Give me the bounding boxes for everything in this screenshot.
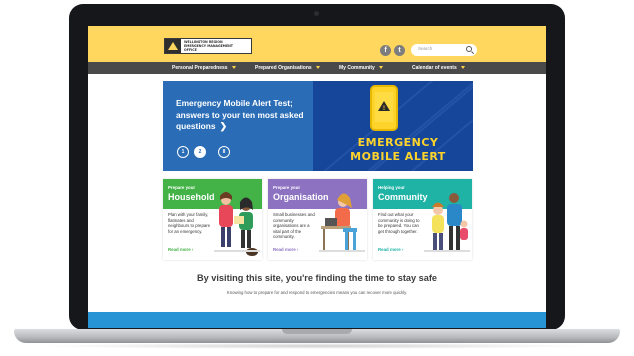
card-organisation[interactable]: Prepare your Organisation Small business… [268,179,367,260]
site-header: WELLINGTON REGION EMERGENCY MANAGEMENT O… [88,26,546,62]
chevron-down-icon [315,66,320,70]
nav-item-prepared-organisations[interactable]: Prepared Organisations [255,62,320,74]
hero-illustration: ! EMERGENCY MOBILE ALERT [313,81,473,171]
carousel-page-1[interactable]: 1 [177,146,189,158]
footer-band [88,312,546,328]
search-input[interactable]: Search [411,44,477,56]
card-kicker: Helping your [378,185,405,190]
community-illustration [424,193,470,252]
household-illustration [214,192,260,256]
browser-screen: WELLINGTON REGION EMERGENCY MANAGEMENT O… [88,26,546,328]
chevron-down-icon [231,66,236,70]
nav-item-label: Prepared Organisations [255,65,312,71]
read-more-link[interactable]: Read more › [273,247,298,252]
card-description: Plan with your family, flatmates and nei… [168,212,211,234]
page-tagline: By visiting this site, you're finding th… [196,273,438,283]
card-description: Small businesses and community organisat… [273,212,315,240]
card-title: Community [378,192,428,202]
hero-carousel[interactable]: Emergency Mobile Alert Test; answers to … [163,81,473,171]
nav-item-my-community[interactable]: My Community [339,62,383,74]
chevron-right-icon: ❯ [219,121,228,131]
chevron-down-icon [378,66,383,70]
carousel-page-2[interactable]: 2 [194,146,206,158]
facebook-icon[interactable]: f [380,45,391,56]
hero-art-line-1: EMERGENCY [357,136,439,149]
site-logo[interactable]: WELLINGTON REGION EMERGENCY MANAGEMENT O… [164,38,252,54]
carousel-pause-button[interactable]: II [218,146,230,158]
chevron-down-icon [460,66,465,70]
card-kicker: Prepare your [168,185,196,190]
nav-item-label: Personal Preparedness [172,65,228,71]
search-icon[interactable] [466,46,472,52]
hero-art-line-2: MOBILE ALERT [350,150,446,163]
nav-item-calendar[interactable]: Calendar of events [412,62,465,74]
nav-item-label: Calendar of events [412,65,457,71]
main-nav: Personal Preparedness Prepared Organisat… [88,62,546,74]
laptop-notch [282,329,352,334]
card-description: Find out what your community is doing to… [378,212,420,234]
twitter-icon[interactable]: t [394,45,405,56]
mobile-phone-icon: ! [370,85,398,131]
hero-title: Emergency Mobile Alert Test; answers to … [176,98,304,131]
laptop-shadow [40,343,594,349]
webcam-icon [314,11,319,16]
logo-text: WELLINGTON REGION EMERGENCY MANAGEMENT O… [184,40,233,52]
logo-emblem-icon [165,39,181,53]
read-more-link[interactable]: Read more › [168,247,193,252]
card-community[interactable]: Helping your Community Find out what you… [373,179,472,260]
page-subline: Knowing how to prepare for and respond t… [226,290,408,295]
laptop-lid: WELLINGTON REGION EMERGENCY MANAGEMENT O… [69,4,565,330]
card-title: Household [168,192,215,202]
read-more-link[interactable]: Read more › [378,247,403,252]
search-placeholder: Search [418,46,433,51]
nav-item-personal-preparedness[interactable]: Personal Preparedness [172,62,236,74]
organisation-illustration [319,193,365,252]
card-household[interactable]: Prepare your Household Plan with your fa… [163,179,262,260]
card-kicker: Prepare your [273,185,301,190]
nav-item-label: My Community [339,65,375,71]
laptop-base [14,329,620,343]
hero-title-link[interactable]: Emergency Mobile Alert Test; answers to … [176,98,306,133]
